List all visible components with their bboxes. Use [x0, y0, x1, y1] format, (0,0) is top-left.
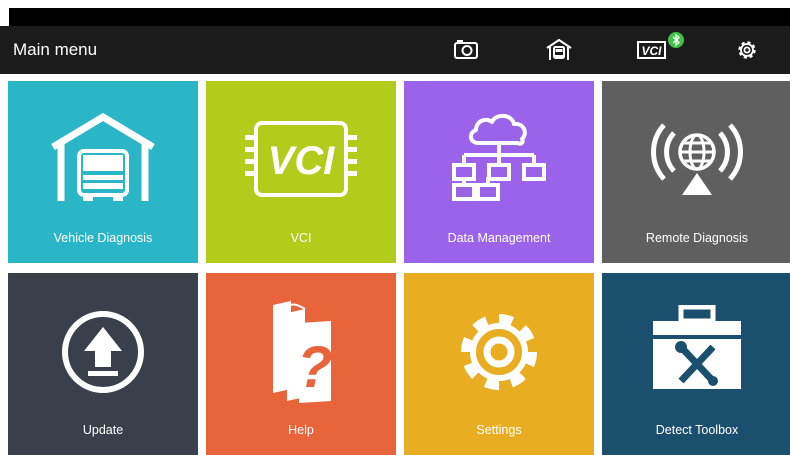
- status-bar: [9, 8, 790, 26]
- vci-badge-text: VCI: [641, 44, 662, 58]
- upload-arrow-icon: [62, 311, 144, 393]
- bluetooth-icon: [672, 33, 680, 47]
- svg-text:VCI: VCI: [268, 139, 336, 183]
- tile-label: Detect Toolbox: [655, 423, 739, 437]
- tile-label: Settings: [476, 423, 522, 437]
- tile-vehicle-diagnosis[interactable]: Vehicle Diagnosis: [8, 81, 198, 263]
- tile-label: Remote Diagnosis: [645, 231, 749, 245]
- tile-remote-diagnosis[interactable]: Remote Diagnosis: [602, 81, 790, 263]
- tile-settings[interactable]: Settings: [404, 273, 594, 455]
- bluetooth-status-badge: [668, 32, 684, 48]
- tile-vci[interactable]: VCI VCI: [206, 81, 396, 263]
- vci-chip-icon: VCI: [245, 121, 357, 197]
- garage-icon[interactable]: [545, 38, 573, 62]
- title-bar: Main menu VCI: [0, 26, 790, 74]
- tile-label: Vehicle Diagnosis: [53, 231, 153, 245]
- toolbox-icon: [653, 305, 741, 389]
- globe-broadcast-icon: [651, 123, 743, 195]
- vci-bluetooth-icon[interactable]: VCI: [637, 38, 667, 62]
- tile-label: Help: [288, 423, 314, 437]
- help-books-icon: ?: [273, 301, 333, 403]
- tile-detect-toolbox[interactable]: Detect Toolbox: [602, 273, 790, 455]
- tile-help[interactable]: ? Help: [206, 273, 396, 455]
- gear-icon: [461, 314, 537, 390]
- truck-garage-icon: [51, 113, 155, 201]
- camera-icon[interactable]: [452, 38, 480, 62]
- tile-label: Update: [82, 423, 124, 437]
- tile-data-management[interactable]: Data Management: [404, 81, 594, 263]
- tile-label: VCI: [290, 231, 312, 245]
- page-title: Main menu: [13, 40, 98, 59]
- svg-text:?: ?: [297, 335, 332, 400]
- cloud-network-icon: [452, 113, 546, 201]
- status-strip: [0, 0, 790, 8]
- settings-gear-icon[interactable]: [733, 38, 761, 62]
- tile-update[interactable]: Update: [8, 273, 198, 455]
- tile-label: Data Management: [447, 231, 551, 245]
